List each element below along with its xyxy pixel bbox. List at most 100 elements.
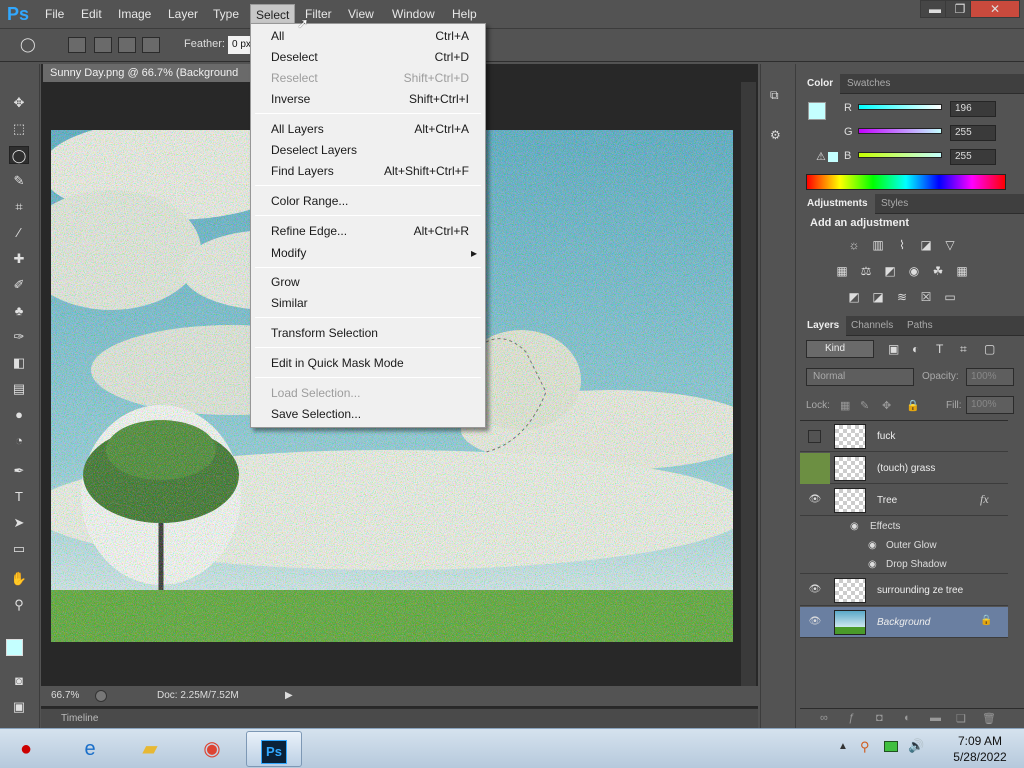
menu-item-inverse[interactable]: Inverse Shift+Ctrl+I xyxy=(253,89,483,110)
levels-icon[interactable]: ▥ xyxy=(870,238,886,252)
color-spectrum-ramp[interactable] xyxy=(806,174,1006,190)
tray-app-icon[interactable]: ⚲ xyxy=(860,739,870,755)
lock-position-icon[interactable]: ✥ xyxy=(882,399,891,412)
type-filter-icon[interactable]: T xyxy=(936,342,943,356)
web-safe-color-swatch[interactable] xyxy=(828,152,838,162)
eye-icon[interactable]: 👁 xyxy=(808,615,822,629)
smart-object-filter-icon[interactable]: ▢ xyxy=(984,342,995,356)
black-white-icon[interactable]: ◩ xyxy=(882,264,898,278)
volume-icon[interactable]: 🔊 xyxy=(908,738,924,754)
menu-item-transform-selection[interactable]: Transform Selection xyxy=(253,323,483,344)
menu-item-deselect[interactable]: Deselect Ctrl+D xyxy=(253,47,483,68)
menu-image[interactable]: Image xyxy=(113,4,156,24)
show-hidden-icons-icon[interactable]: ▲ xyxy=(838,741,848,752)
color-balance-icon[interactable]: ⚖ xyxy=(858,264,874,278)
new-layer-icon[interactable]: ❏ xyxy=(956,712,966,725)
menu-item-all-layers[interactable]: All Layers Alt+Ctrl+A xyxy=(253,119,483,140)
menu-item-all[interactable]: All Ctrl+A xyxy=(253,26,483,47)
fill-input[interactable]: 100% xyxy=(966,396,1014,414)
layer-row-surrounding-ze-tree[interactable]: 👁 surrounding ze tree xyxy=(800,575,1008,606)
internet-explorer-icon[interactable]: e xyxy=(62,731,118,767)
subtract-from-selection-icon[interactable] xyxy=(118,37,136,53)
tab-styles[interactable]: Styles xyxy=(874,194,915,214)
quick-selection-tool-icon[interactable]: ✎ xyxy=(9,172,29,190)
color-lookup-icon[interactable]: ▦ xyxy=(954,264,970,278)
lock-transparent-icon[interactable]: ▦ xyxy=(840,399,850,412)
layer-row-tree[interactable]: 👁 Tree fx xyxy=(800,485,1008,516)
color-foreground-swatch[interactable] xyxy=(808,102,826,120)
effect-row-drop-shadow[interactable]: ◉ Drop Shadow xyxy=(800,555,1008,574)
visibility-toggle-off[interactable] xyxy=(808,430,821,443)
system-clock[interactable]: 7:09 AM 5/28/2022 xyxy=(940,733,1020,765)
add-to-selection-icon[interactable] xyxy=(94,37,112,53)
vertical-scrollbar[interactable] xyxy=(741,82,756,686)
zoom-level[interactable]: 66.7% xyxy=(51,686,79,706)
gradient-tool-icon[interactable]: ▤ xyxy=(9,380,29,398)
status-menu-arrow-icon[interactable]: ▶ xyxy=(285,686,293,706)
feather-input[interactable]: 0 px xyxy=(228,36,252,54)
selective-color-icon[interactable]: ☒ xyxy=(918,290,934,304)
shape-tool-icon[interactable]: ▭ xyxy=(9,540,29,558)
add-mask-icon[interactable]: ◘ xyxy=(876,712,883,724)
tab-color[interactable]: Color xyxy=(800,74,841,94)
fx-icon[interactable]: fx xyxy=(980,492,989,507)
pixel-filter-icon[interactable]: ▣ xyxy=(888,342,899,356)
timeline-label[interactable]: Timeline xyxy=(61,713,98,724)
menu-type[interactable]: Type xyxy=(208,4,244,24)
path-selection-tool-icon[interactable]: ➤ xyxy=(9,514,29,532)
menu-item-modify[interactable]: Modify ▸ xyxy=(253,243,483,264)
lasso-tool-preset-icon[interactable]: ◯ xyxy=(20,36,44,56)
tab-swatches[interactable]: Swatches xyxy=(840,74,897,94)
type-tool-icon[interactable]: T xyxy=(9,488,29,506)
menu-window[interactable]: Window xyxy=(387,4,440,24)
move-tool-icon[interactable]: ✥ xyxy=(9,94,29,112)
r-slider[interactable] xyxy=(858,104,942,110)
gradient-map-icon[interactable]: ▭ xyxy=(942,290,958,304)
eye-icon[interactable]: ◉ xyxy=(868,555,877,574)
invert-icon[interactable]: ◩ xyxy=(846,290,862,304)
eye-icon[interactable]: 👁 xyxy=(808,583,822,597)
tab-paths[interactable]: Paths xyxy=(900,316,940,336)
tab-layers[interactable]: Layers xyxy=(800,316,847,336)
b-value[interactable]: 255 xyxy=(950,149,996,165)
layer-row-background[interactable]: 👁 Background 🔒 xyxy=(800,607,1008,638)
hand-tool-icon[interactable]: ✋ xyxy=(9,570,29,588)
crop-tool-icon[interactable]: ⌗ xyxy=(9,198,29,216)
properties-panel-icon[interactable]: ⚙ xyxy=(770,128,788,146)
document-tab[interactable]: Sunny Day.png @ 66.7% (Background xyxy=(43,64,253,82)
b-slider[interactable] xyxy=(858,152,942,158)
vibrance-icon[interactable]: ▽ xyxy=(942,238,958,252)
lock-pixels-icon[interactable]: ✎ xyxy=(860,399,869,412)
brightness-contrast-icon[interactable]: ☼ xyxy=(846,238,862,252)
menu-select[interactable]: Select xyxy=(250,4,296,24)
dodge-tool-icon[interactable]: ◔ xyxy=(9,432,29,450)
photoshop-taskbar-button[interactable]: Ps xyxy=(246,731,302,767)
blur-tool-icon[interactable]: ● xyxy=(9,406,29,424)
eyedropper-tool-icon[interactable]: ⁄ xyxy=(9,224,29,242)
visibility-toggle-off[interactable] xyxy=(800,453,830,484)
new-selection-icon[interactable] xyxy=(68,37,86,53)
status-options-icon[interactable] xyxy=(95,690,107,702)
shape-filter-icon[interactable]: ⌗ xyxy=(960,342,967,357)
menu-file[interactable]: File xyxy=(40,4,69,24)
menu-item-reselect[interactable]: Reselect Shift+Ctrl+D xyxy=(253,68,483,89)
hue-saturation-icon[interactable]: ▦ xyxy=(834,264,850,278)
menu-item-similar[interactable]: Similar xyxy=(253,293,483,314)
posterize-icon[interactable]: ◪ xyxy=(870,290,886,304)
menu-item-grow[interactable]: Grow xyxy=(253,272,483,293)
menu-item-find-layers[interactable]: Find Layers Alt+Shift+Ctrl+F xyxy=(253,161,483,182)
foreground-color-swatch[interactable] xyxy=(6,639,23,656)
eye-icon[interactable]: 👁 xyxy=(808,493,822,507)
menu-item-deselect-layers[interactable]: Deselect Layers xyxy=(253,140,483,161)
lasso-tool-icon[interactable]: ◯ xyxy=(9,146,29,164)
tab-channels[interactable]: Channels xyxy=(844,316,900,336)
history-brush-tool-icon[interactable]: ✑ xyxy=(9,328,29,346)
add-layer-style-icon[interactable]: ƒ xyxy=(848,712,854,724)
photo-filter-icon[interactable]: ◉ xyxy=(906,264,922,278)
healing-brush-tool-icon[interactable]: ✚ xyxy=(9,250,29,268)
close-button[interactable]: ✕ xyxy=(970,0,1020,18)
link-layers-icon[interactable]: ∞ xyxy=(820,712,828,724)
g-slider[interactable] xyxy=(858,128,942,134)
opacity-input[interactable]: 100% xyxy=(966,368,1014,386)
menu-item-quick-mask[interactable]: Edit in Quick Mask Mode xyxy=(253,353,483,374)
